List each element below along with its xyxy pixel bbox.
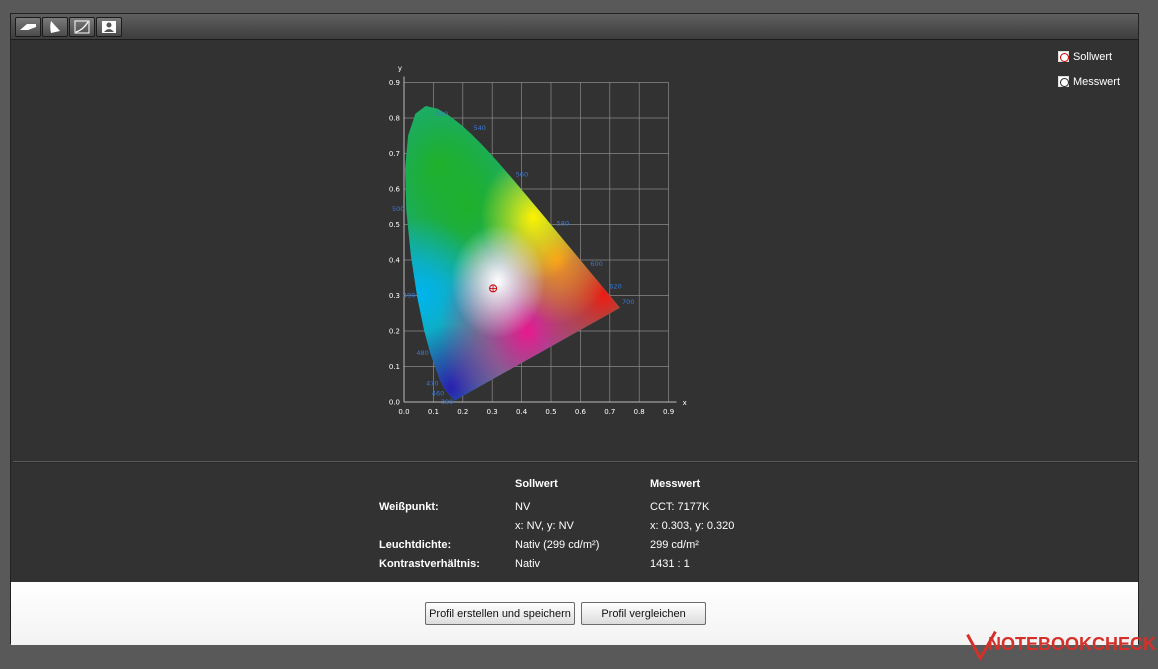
wavelength-label: 480 [416,349,428,357]
watermark-brand: NOTEBOOKCHECK [988,634,1156,654]
whitepoint-xy-measured: x: 0.303, y: 0.320 [650,520,735,532]
y-tick-label: 0.6 [389,186,401,194]
x-tick-label: 0.9 [663,408,674,416]
x-tick-label: 0.5 [545,408,556,416]
y-tick-label: 0.5 [389,221,400,229]
wavelength-label: 500 [392,205,404,213]
y-tick-label: 0.8 [389,115,400,123]
whitepoint-xy-target: x: NV, y: NV [515,520,574,532]
x-tick-label: 0.8 [634,408,645,416]
notebookcheck-watermark: NOTEBOOKCHECK [966,630,1156,662]
y-tick-label: 0.3 [389,292,400,300]
legend-target: Sollwert [1057,44,1120,69]
wavelength-label: 600 [590,260,602,268]
header-measured: Messwert [650,478,701,490]
luminance-target: Nativ (299 cd/m²) [515,539,600,551]
luminance-measured: 299 cd/m² [650,539,699,551]
contrast-measured: 1431 : 1 [650,558,690,570]
wavelength-label: 540 [474,124,486,132]
wavelength-label: 620 [609,283,621,291]
y-axis-label: y [398,65,402,73]
x-tick-label: 0.0 [398,408,409,416]
toolbar [11,14,1138,40]
locus-color-region [451,224,546,339]
compare-profile-button[interactable]: Profil vergleichen [581,602,706,625]
section-divider [13,461,1137,463]
y-tick-label: 0.7 [389,150,400,158]
x-axis-label: x [683,399,687,407]
x-tick-label: 0.3 [487,408,498,416]
row-label-luminance: Leuchtdichte: [379,539,452,551]
y-tick-label: 0.0 [389,399,400,407]
row-label-contrast: Kontrastverhältnis: [379,558,480,570]
create-save-profile-button[interactable]: Profil erstellen und speichern [425,602,575,625]
wavelength-label: 490 [403,291,415,299]
contrast-target: Nativ [515,558,541,570]
wavelength-label: 580 [557,219,569,227]
whitepoint-measured: CCT: 7177K [650,501,710,513]
legend-target-label: Sollwert [1072,50,1113,63]
x-tick-label: 0.7 [604,408,615,416]
wavelength-label: 560 [516,170,528,178]
gamma-curve-icon[interactable] [69,17,95,37]
wavelength-label: 700 [622,298,634,306]
x-tick-label: 0.6 [575,408,587,416]
x-tick-label: 0.2 [457,408,468,416]
y-tick-label: 0.9 [389,79,400,87]
y-tick-label: 0.4 [389,257,401,265]
user-portrait-icon[interactable] [96,17,122,37]
cie-chromaticity-chart: 520540560580600620700500490480470460380 … [389,65,687,417]
row-label-whitepoint: Weißpunkt: [379,501,439,513]
measured-marker-icon [1057,76,1069,87]
chart-legend: Sollwert Messwert [1057,44,1120,94]
spectral-locus [405,106,620,401]
wavelength-label: 470 [426,379,438,387]
wavelength-label: 520 [436,110,448,118]
x-tick-label: 0.1 [428,408,439,416]
wavelength-label: 380 [441,398,453,406]
target-marker-icon [1057,51,1069,62]
y-tick-label: 0.2 [389,328,400,336]
legend-measured: Messwert [1057,69,1120,94]
monitor-tilt-icon[interactable] [15,17,41,37]
header-target: Sollwert [515,478,558,490]
gamut-triangle-icon[interactable] [42,17,68,37]
y-tick-label: 0.1 [389,363,400,371]
wavelength-label: 460 [432,389,444,397]
data-points [489,284,498,293]
measured-point [489,284,498,293]
legend-measured-label: Messwert [1072,75,1120,88]
calibration-window: Sollwert Messwert 520 540 560 580 600 62… [10,13,1139,645]
whitepoint-target: NV [515,501,531,513]
x-tick-label: 0.4 [516,408,528,416]
